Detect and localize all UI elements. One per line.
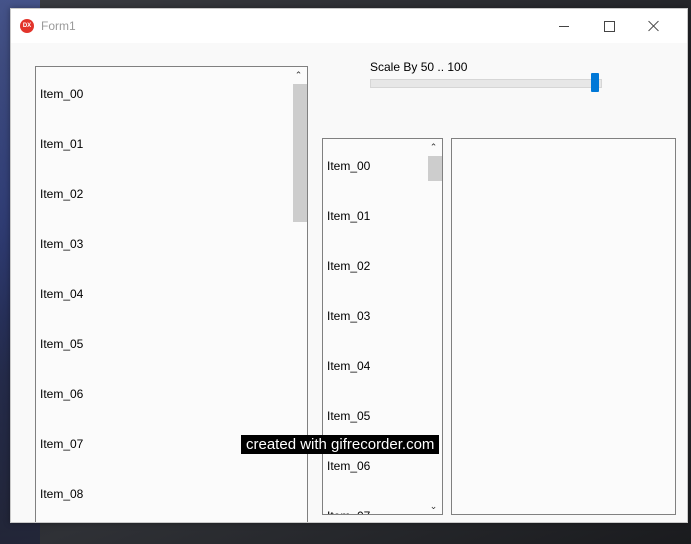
scrollbar-thumb[interactable] xyxy=(428,156,442,181)
list-item[interactable]: Item_03 xyxy=(40,237,83,251)
close-icon xyxy=(648,20,660,32)
right-panel[interactable] xyxy=(451,138,676,515)
list-item[interactable]: Item_04 xyxy=(327,359,370,373)
list-item[interactable]: Item_02 xyxy=(327,259,370,273)
list-item[interactable]: Item_04 xyxy=(40,287,83,301)
scroll-up-icon[interactable]: ⌃ xyxy=(290,67,307,83)
list-item[interactable]: Item_07 xyxy=(327,509,370,514)
trackbar-thumb[interactable] xyxy=(591,73,599,92)
listbox-left[interactable]: Item_00 Item_01 Item_02 Item_03 Item_04 Item_… xyxy=(35,66,308,522)
list-item[interactable]: Item_01 xyxy=(327,209,370,223)
scale-trackbar[interactable] xyxy=(370,79,602,88)
list-item[interactable]: Item_05 xyxy=(40,337,83,351)
list-item[interactable]: Item_07 xyxy=(40,437,83,451)
list-item[interactable]: Item_00 xyxy=(40,87,83,101)
app-icon: DX xyxy=(20,19,34,33)
title-bar[interactable]: DX Form1 xyxy=(11,9,687,43)
maximize-icon xyxy=(603,20,615,32)
scroll-up-icon[interactable]: ⌃ xyxy=(425,139,442,155)
list-item[interactable]: Item_06 xyxy=(40,387,83,401)
watermark: created with gifrecorder.com xyxy=(241,435,440,454)
list-item[interactable]: Item_02 xyxy=(40,187,83,201)
list-item[interactable]: Item_00 xyxy=(327,159,370,173)
scrollbar-thumb[interactable] xyxy=(293,84,307,222)
list-item[interactable]: Item_03 xyxy=(327,309,370,323)
close-button[interactable] xyxy=(631,9,677,43)
list-item[interactable]: Item_06 xyxy=(327,459,370,473)
list-item[interactable]: Item_05 xyxy=(327,409,370,423)
minimize-button[interactable] xyxy=(541,9,587,43)
maximize-button[interactable] xyxy=(586,9,632,43)
trackbar-label: Scale By 50 .. 100 xyxy=(370,60,468,74)
minimize-icon xyxy=(559,25,569,27)
list-item[interactable]: Item_01 xyxy=(40,137,83,151)
scroll-down-icon[interactable]: ⌄ xyxy=(425,498,442,514)
window-title: Form1 xyxy=(41,19,76,33)
list-item[interactable]: Item_08 xyxy=(40,487,83,501)
listbox-left-scrollbar[interactable]: ⌃ xyxy=(290,67,307,522)
listbox-middle[interactable]: Item_00 Item_01 Item_02 Item_03 Item_04 Item_… xyxy=(322,138,443,515)
listbox-middle-scrollbar[interactable]: ⌃ ⌄ xyxy=(425,139,442,514)
